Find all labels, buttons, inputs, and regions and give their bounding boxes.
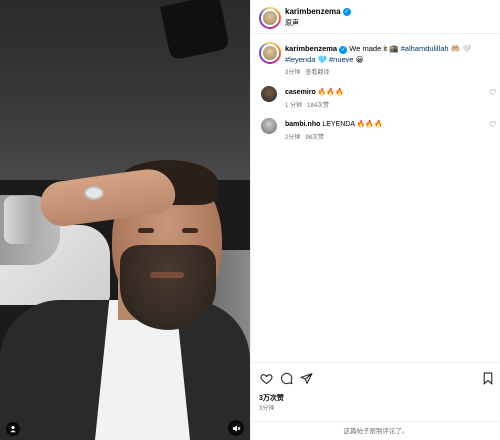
comment-button[interactable]	[279, 371, 293, 385]
comment-time[interactable]: 2分钟	[285, 135, 300, 141]
commenter-username[interactable]: casemiro	[285, 89, 316, 96]
comment-meta: 1 分钟 184次赞	[285, 100, 329, 109]
post-username[interactable]: karimbenzema ✓	[285, 7, 351, 16]
right-eye	[182, 228, 198, 233]
audio-label[interactable]: 原声	[285, 18, 299, 28]
share-button[interactable]	[299, 371, 313, 385]
kaaba-emoji: 🕋	[389, 44, 399, 53]
comment-likes[interactable]: 184次赞	[307, 103, 329, 109]
post-header: karimbenzema ✓ 原声	[251, 0, 500, 34]
action-bar: 3万次赞 3分钟 这篇帖子限制评论了。	[251, 362, 500, 440]
mute-button[interactable]	[228, 420, 244, 436]
verified-badge-icon: ✓	[342, 7, 351, 16]
mouth	[150, 272, 184, 278]
caption-body: We made it	[349, 44, 390, 53]
hashtag-nueve[interactable]: #nueve	[329, 55, 354, 64]
commenter-username[interactable]: bambi.nho	[285, 121, 320, 128]
post-detail-panel: karimbenzema ✓ 原声 karimbenzema ✓ We made…	[250, 0, 500, 440]
post-media[interactable]	[0, 0, 250, 440]
hands-emoji: 🤲🏼	[450, 44, 461, 53]
comment-time[interactable]: 1 分钟	[285, 103, 302, 109]
caption-avatar[interactable]	[259, 42, 281, 64]
tagged-user-button[interactable]	[6, 422, 20, 436]
blue-heart-emoji: 🩵	[317, 55, 327, 64]
comments-disabled-notice: 这篇帖子限制评论了。	[251, 421, 500, 440]
ring	[84, 186, 104, 200]
like-button[interactable]	[259, 371, 273, 385]
comment-meta: 2分钟 98次赞	[285, 132, 324, 141]
comment-text: bambi.nho LEYENDA 🔥🔥🔥	[285, 120, 383, 128]
post-time[interactable]: 3分钟	[259, 403, 274, 412]
wristwatch	[4, 196, 34, 244]
comment-likes[interactable]: 98次赞	[305, 135, 324, 141]
caption-text: karimbenzema ✓ We made it 🕋 #alhamdulill…	[285, 43, 493, 65]
commenter-avatar[interactable]	[261, 118, 277, 134]
hashtag-leyenda[interactable]: #leyenda	[285, 55, 315, 64]
left-eye	[138, 228, 154, 233]
caption-time[interactable]: 3分钟	[285, 70, 300, 76]
likes-count[interactable]: 3万次赞	[259, 393, 284, 403]
commenter-avatar[interactable]	[261, 86, 277, 102]
avatar[interactable]	[259, 7, 281, 29]
verified-badge-icon: ✓	[339, 46, 348, 54]
bookmark-icon	[483, 372, 493, 384]
heart-icon[interactable]: ♡	[489, 121, 496, 129]
translate-link[interactable]: 查看翻译	[305, 70, 329, 76]
heart-emoji: 🤍	[462, 44, 472, 53]
smile-emoji: 😀	[355, 55, 364, 64]
comment-icon	[280, 372, 292, 384]
heart-icon[interactable]: ♡	[489, 89, 496, 97]
user-icon	[10, 425, 16, 433]
comment-text: casemiro 🔥🔥🔥	[285, 88, 344, 96]
comment-body: 🔥🔥🔥	[317, 89, 344, 96]
mute-icon	[232, 424, 240, 432]
save-button[interactable]	[481, 371, 495, 385]
heart-icon	[260, 373, 272, 384]
beard	[120, 245, 216, 330]
caption-username[interactable]: karimbenzema	[285, 44, 337, 53]
caption-meta: 3分钟 查看翻译	[285, 67, 329, 76]
comment-body: LEYENDA 🔥🔥🔥	[322, 121, 383, 128]
share-icon	[300, 372, 312, 384]
hashtag-alhamdulillah[interactable]: #alhamdulillah	[401, 44, 449, 53]
